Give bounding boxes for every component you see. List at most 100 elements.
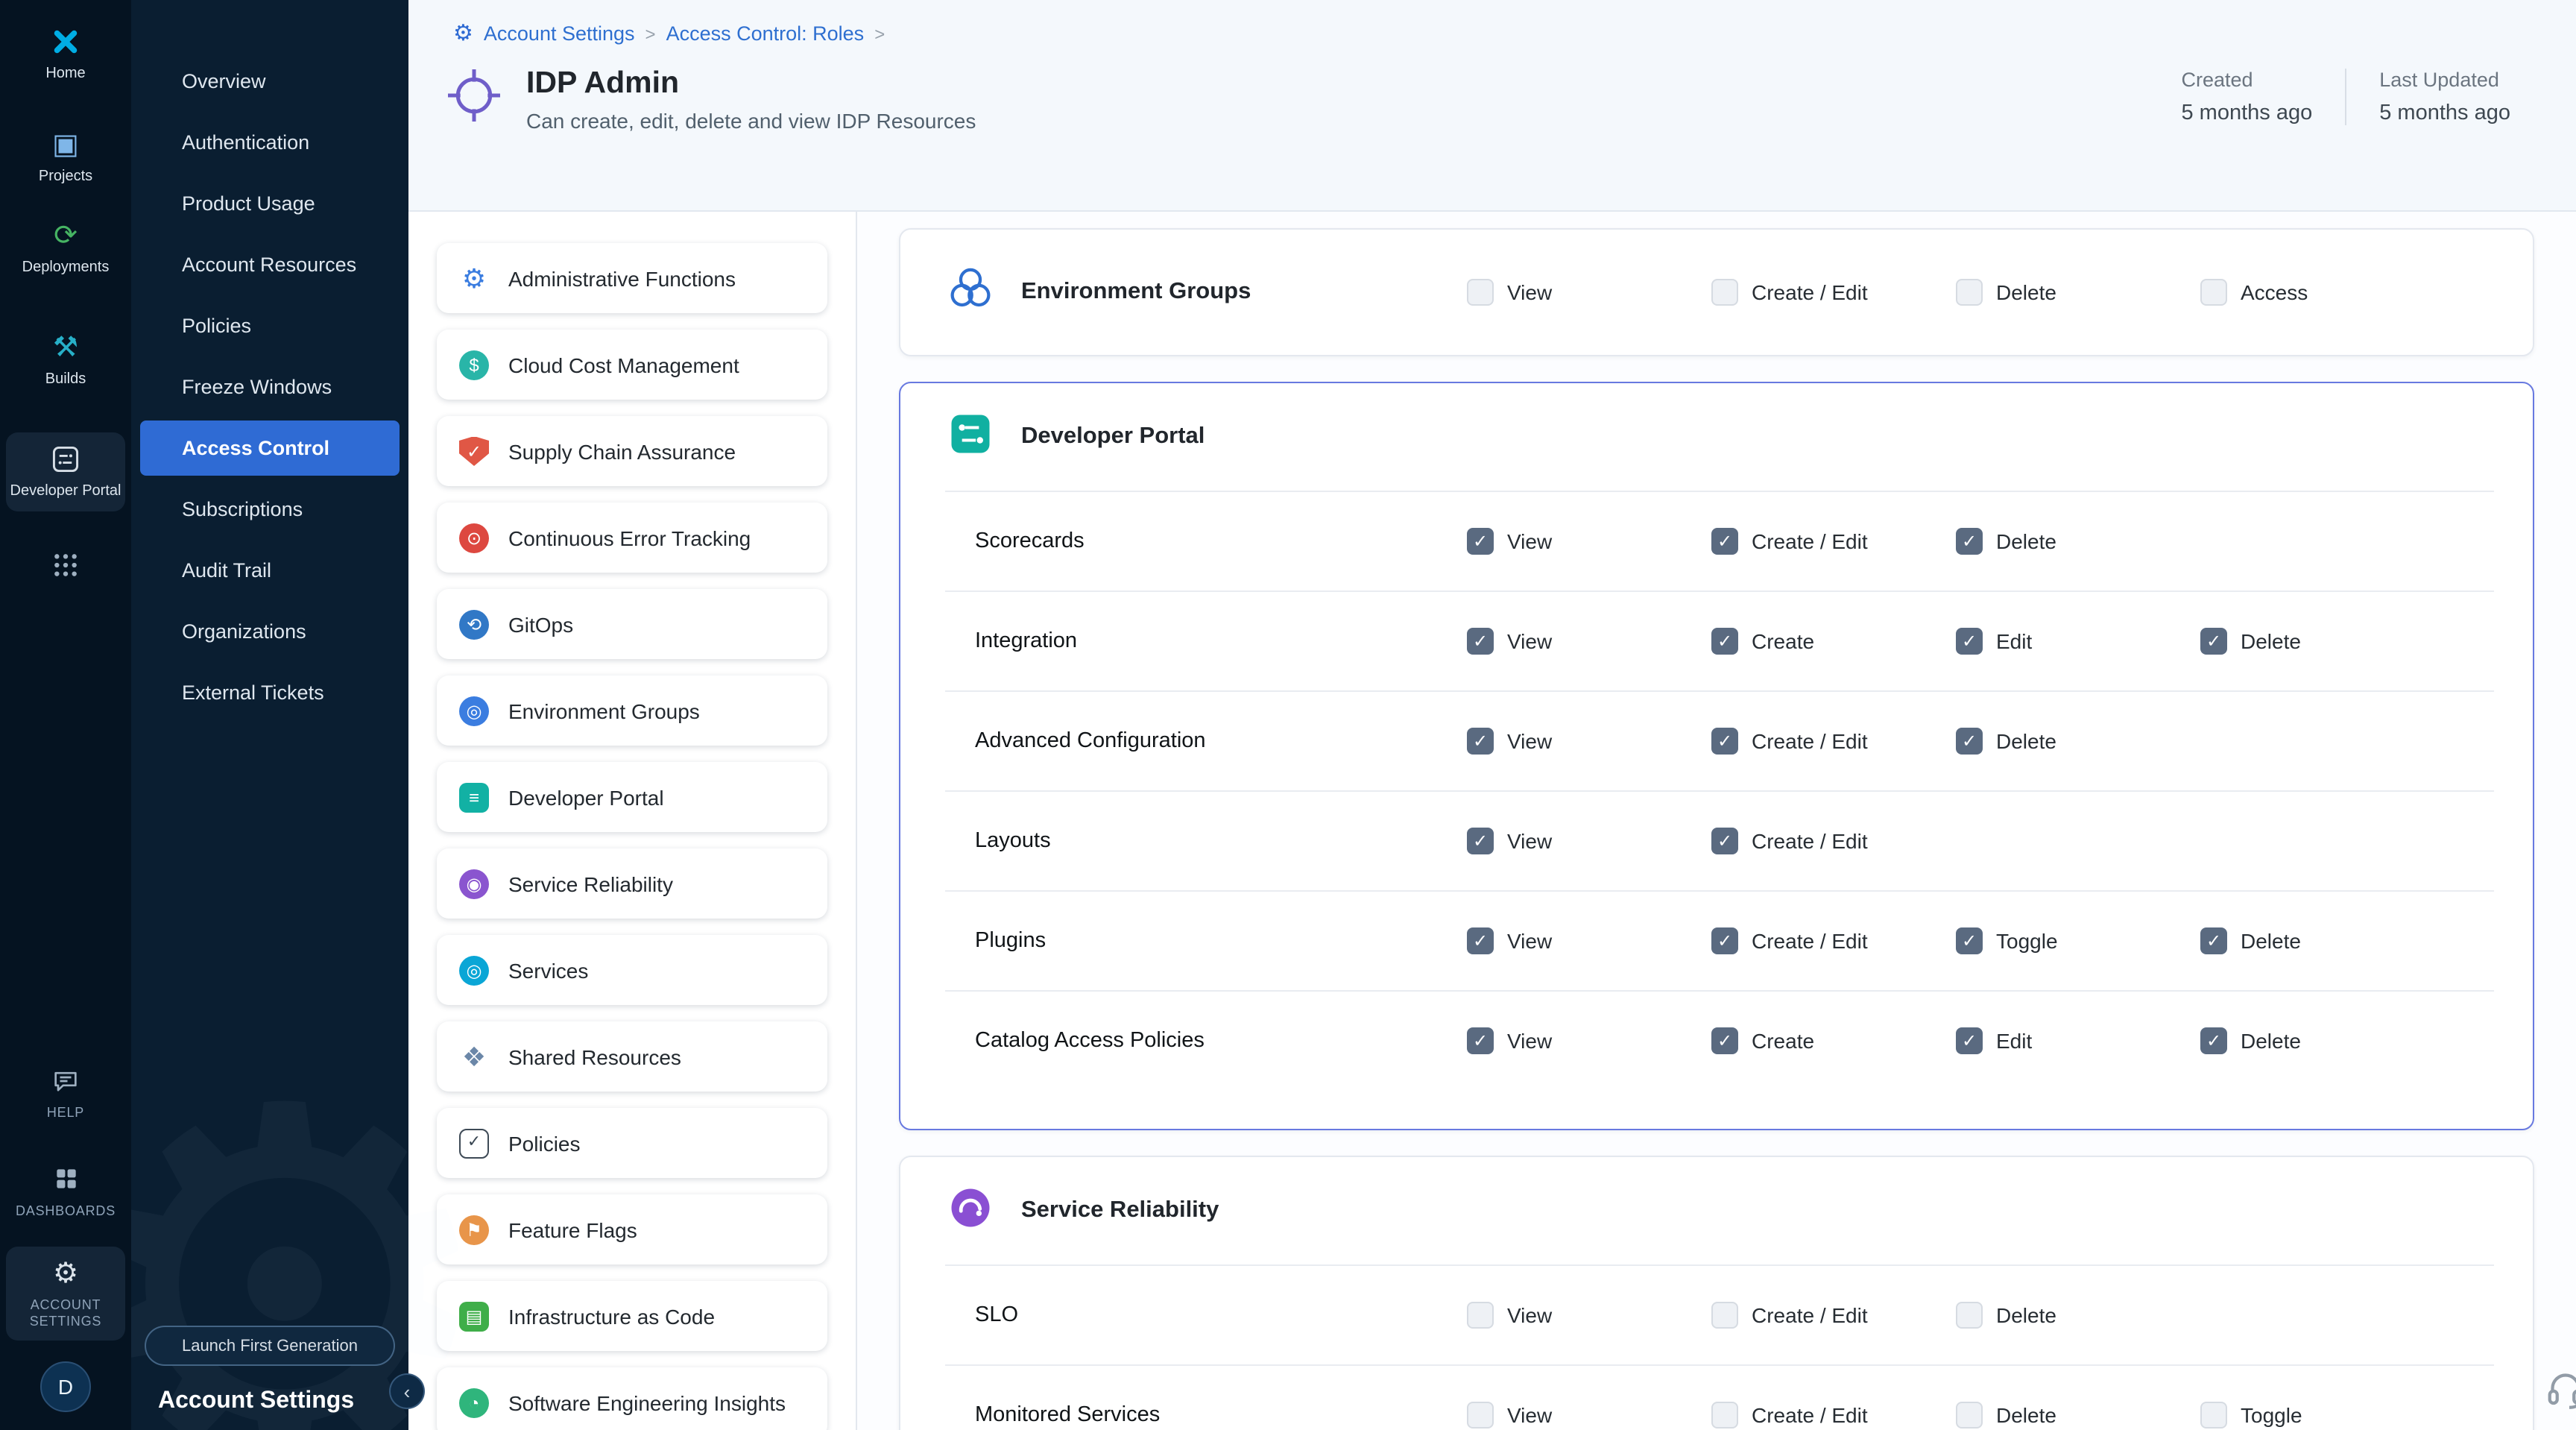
module-picker-button[interactable] [6,538,125,592]
resource-item-shared-resources[interactable]: ❖ Shared Resources [437,1021,827,1092]
sidebar-item-subscriptions[interactable]: Subscriptions [140,482,400,537]
permission-create[interactable]: Create [1711,1027,1956,1054]
checkbox-icon[interactable] [1711,728,1738,755]
permission-delete[interactable]: Delete [1956,1402,2200,1429]
permission-access[interactable]: Access [2200,279,2445,306]
rail-item-account-settings[interactable]: ⚙ ACCOUNT SETTINGS [6,1247,125,1341]
sidebar-item-external-tickets[interactable]: External Tickets [140,665,400,720]
support-button[interactable] [2540,1366,2576,1417]
permission-view[interactable]: View [1467,1302,1711,1329]
sidebar-item-overview[interactable]: Overview [140,54,400,109]
checkbox-icon[interactable] [2200,628,2227,655]
permission-delete[interactable]: Delete [2200,628,2445,655]
checkbox-icon[interactable] [1956,1027,1983,1054]
permission-view[interactable]: View [1467,528,1711,555]
permission-create-edit[interactable]: Create / Edit [1711,279,1956,306]
sidebar-item-access-control[interactable]: Access Control [140,421,400,476]
resource-item-environment-groups[interactable]: ◎ Environment Groups [437,675,827,746]
breadcrumb-link-access-control-roles[interactable]: Access Control: Roles [666,22,865,45]
permission-delete[interactable]: Delete [1956,728,2200,755]
permission-delete[interactable]: Delete [2200,1027,2445,1054]
sidebar-item-product-usage[interactable]: Product Usage [140,176,400,231]
checkbox-icon[interactable] [1711,1027,1738,1054]
checkbox-icon[interactable] [1467,279,1494,306]
checkbox-icon[interactable] [1956,628,1983,655]
resource-item-administrative-functions[interactable]: ⚙ Administrative Functions [437,243,827,313]
checkbox-icon[interactable] [1467,1302,1494,1329]
checkbox-icon[interactable] [1956,927,1983,954]
permission-toggle[interactable]: Toggle [2200,1402,2445,1429]
resource-item-infrastructure-as-code[interactable]: ▤ Infrastructure as Code [437,1281,827,1351]
permission-delete[interactable]: Delete [1956,1302,2200,1329]
checkbox-icon[interactable] [2200,1402,2227,1429]
resource-item-continuous-error-tracking[interactable]: ⊙ Continuous Error Tracking [437,503,827,573]
resource-item-gitops[interactable]: ⟲ GitOps [437,589,827,659]
rail-item-deployments[interactable]: ⟳ Deployments [6,209,125,288]
sidebar-collapse-button[interactable]: ‹ [389,1373,425,1409]
resource-item-feature-flags[interactable]: ⚑ Feature Flags [437,1194,827,1264]
permission-create-edit[interactable]: Create / Edit [1711,1402,1956,1429]
resource-item-services[interactable]: ◎ Services [437,935,827,1005]
breadcrumb-link-account-settings[interactable]: Account Settings [484,22,635,45]
checkbox-icon[interactable] [1467,927,1494,954]
rail-item-projects[interactable]: ▣ Projects [6,118,125,197]
rail-item-home[interactable]: Home [6,15,125,94]
checkbox-icon[interactable] [2200,279,2227,306]
checkbox-icon[interactable] [1467,528,1494,555]
rail-item-builds[interactable]: ⚒ Builds [6,321,125,400]
checkbox-icon[interactable] [1711,927,1738,954]
user-avatar[interactable]: D [40,1361,91,1412]
sidebar-item-authentication[interactable]: Authentication [140,115,400,170]
launch-first-generation-button[interactable]: Launch First Generation [145,1326,395,1366]
sidebar-item-freeze-windows[interactable]: Freeze Windows [140,359,400,415]
permission-delete[interactable]: Delete [1956,528,2200,555]
checkbox-icon[interactable] [1711,828,1738,854]
checkbox-icon[interactable] [2200,1027,2227,1054]
permission-create[interactable]: Create [1711,628,1956,655]
checkbox-icon[interactable] [1467,1402,1494,1429]
permission-create-edit[interactable]: Create / Edit [1711,927,1956,954]
permission-view[interactable]: View [1467,728,1711,755]
permission-delete[interactable]: Delete [2200,927,2445,954]
checkbox-icon[interactable] [1467,1027,1494,1054]
checkbox-icon[interactable] [1467,828,1494,854]
resource-item-policies[interactable]: ✓ Policies [437,1108,827,1178]
checkbox-icon[interactable] [1956,1302,1983,1329]
resource-item-cloud-cost-management[interactable]: $ Cloud Cost Management [437,330,827,400]
sidebar-item-policies[interactable]: Policies [140,298,400,353]
permission-create-edit[interactable]: Create / Edit [1711,1302,1956,1329]
permission-toggle[interactable]: Toggle [1956,927,2200,954]
permission-view[interactable]: View [1467,1027,1711,1054]
rail-item-developer-portal[interactable]: Developer Portal [6,432,125,511]
permission-view[interactable]: View [1467,828,1711,854]
checkbox-icon[interactable] [1711,628,1738,655]
rail-item-help[interactable]: HELP [6,1054,125,1132]
permission-view[interactable]: View [1467,1402,1711,1429]
permission-view[interactable]: View [1467,628,1711,655]
checkbox-icon[interactable] [1711,279,1738,306]
resource-item-supply-chain-assurance[interactable]: ✓ Supply Chain Assurance [437,416,827,486]
sidebar-item-account-resources[interactable]: Account Resources [140,237,400,292]
permission-create-edit[interactable]: Create / Edit [1711,728,1956,755]
checkbox-icon[interactable] [1711,1302,1738,1329]
checkbox-icon[interactable] [1956,1402,1983,1429]
checkbox-icon[interactable] [1956,279,1983,306]
permission-create-edit[interactable]: Create / Edit [1711,828,1956,854]
permission-edit[interactable]: Edit [1956,628,2200,655]
checkbox-icon[interactable] [1467,628,1494,655]
sidebar-item-audit-trail[interactable]: Audit Trail [140,543,400,598]
checkbox-icon[interactable] [1711,1402,1738,1429]
permission-view[interactable]: View [1467,279,1711,306]
sidebar-item-organizations[interactable]: Organizations [140,604,400,659]
checkbox-icon[interactable] [1711,528,1738,555]
resource-item-service-reliability[interactable]: ◉ Service Reliability [437,848,827,919]
permission-delete[interactable]: Delete [1956,279,2200,306]
permission-edit[interactable]: Edit [1956,1027,2200,1054]
resource-item-software-engineering-insights[interactable]: ◔ Software Engineering Insights [437,1367,827,1430]
checkbox-icon[interactable] [2200,927,2227,954]
checkbox-icon[interactable] [1956,728,1983,755]
permission-view[interactable]: View [1467,927,1711,954]
checkbox-icon[interactable] [1956,528,1983,555]
resource-item-developer-portal[interactable]: ≡ Developer Portal [437,762,827,832]
rail-item-dashboards[interactable]: DASHBOARDS [6,1152,125,1229]
